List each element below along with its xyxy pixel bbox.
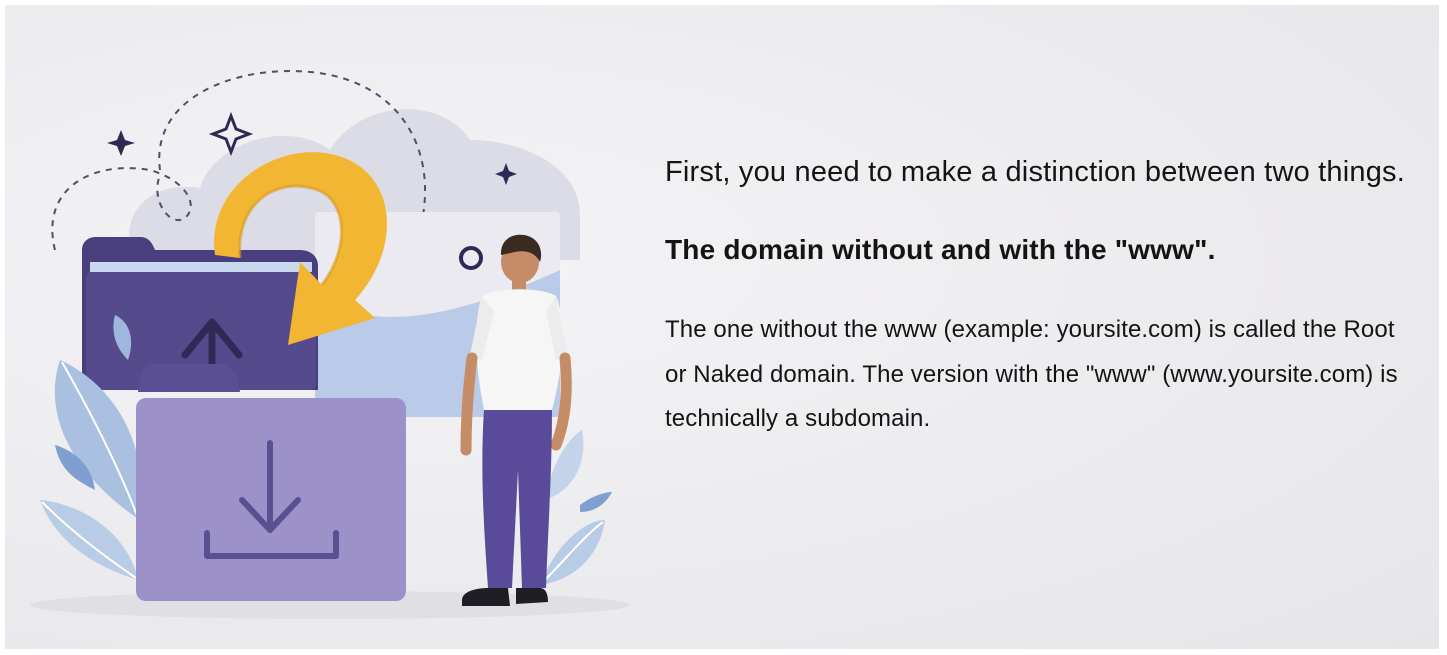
folder-icon: [136, 364, 406, 601]
text-panel: First, you need to make a distinction be…: [665, 150, 1405, 442]
body-text: The one without the www (example: yoursi…: [665, 316, 1398, 432]
sparkle-icon: [107, 130, 135, 156]
page-border: [0, 0, 5, 655]
section-heading: The domain without and with the "www".: [665, 234, 1216, 265]
page-border: [0, 0, 1447, 5]
domain-illustration: [30, 70, 630, 619]
page-border: [1439, 0, 1447, 655]
slide: First, you need to make a distinction be…: [0, 0, 1447, 655]
intro-text: First, you need to make a distinction be…: [665, 156, 1406, 188]
page-border: [0, 649, 1447, 655]
